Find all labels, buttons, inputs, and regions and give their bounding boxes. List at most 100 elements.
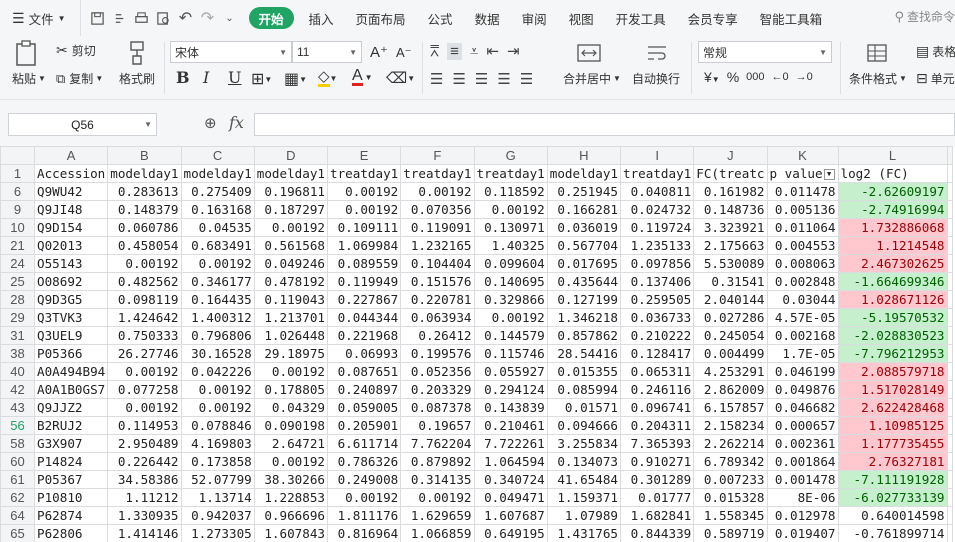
copy-button[interactable]: ⧉ 复制 ▼	[56, 70, 103, 87]
table-cell[interactable]: 0.109111	[326, 218, 402, 237]
table-cell[interactable]: 1.811176	[326, 506, 402, 525]
table-cell[interactable]: 0.205901	[326, 416, 402, 435]
font-name-select[interactable]: 宋体 ▼	[170, 41, 292, 63]
cell-style-button[interactable]: ▦ ▼	[284, 69, 307, 89]
table-cell[interactable]: 0.196811	[253, 182, 329, 201]
table-cell[interactable]: 0.879892	[400, 452, 475, 471]
table-cell[interactable]: 0.055927	[473, 362, 548, 381]
bold-button[interactable]: B	[176, 68, 190, 87]
table-cell[interactable]: 0.329866	[473, 290, 548, 309]
table-cell[interactable]: 0.01777	[619, 488, 695, 507]
table-cell[interactable]: P05366	[33, 344, 109, 363]
table-cell[interactable]: 0.012978	[766, 506, 839, 525]
table-cell[interactable]: -2.028830523	[837, 326, 948, 345]
empty-cell[interactable]	[946, 488, 953, 507]
decrease-indent-icon[interactable]: ⇤	[486, 42, 499, 60]
table-cell[interactable]: Q9JJZ2	[33, 398, 109, 417]
wrap-text-icon[interactable]	[645, 43, 669, 63]
table-cell[interactable]: 1.213701	[253, 308, 329, 327]
empty-cell[interactable]	[946, 308, 953, 327]
table-cell[interactable]: 0.046682	[766, 398, 839, 417]
table-cell[interactable]: 1.682841	[619, 506, 695, 525]
table-cell[interactable]: 8E-06	[766, 488, 839, 507]
column-header[interactable]: K	[766, 146, 839, 165]
tab-0[interactable]: 开始	[248, 7, 294, 29]
table-cell[interactable]: 0.203329	[400, 380, 475, 399]
table-cell[interactable]: 0.144579	[473, 326, 548, 345]
row-header[interactable]: 56	[0, 416, 35, 435]
table-cell[interactable]: 0.161982	[693, 182, 768, 201]
column-header[interactable]: J	[693, 146, 768, 165]
table-cell[interactable]: 0.007233	[693, 470, 768, 489]
header-cell[interactable]: modelday1	[180, 164, 255, 183]
column-header[interactable]: F	[400, 146, 475, 165]
table-cell[interactable]: -7.796212953	[837, 344, 948, 363]
table-cell[interactable]: 7.762204	[400, 434, 475, 453]
table-cell[interactable]: 52.07799	[180, 470, 255, 489]
table-cell[interactable]: 41.65484	[546, 470, 622, 489]
table-cell[interactable]: 1.026448	[253, 326, 329, 345]
table-cell[interactable]: 0.118592	[473, 182, 548, 201]
table-cell[interactable]: 1.40325	[473, 236, 548, 255]
table-cell[interactable]: 0.148379	[107, 200, 182, 219]
table-cell[interactable]: 1.235133	[619, 236, 695, 255]
table-cell[interactable]: 0.220781	[400, 290, 475, 309]
header-cell[interactable]: log2 (FC)	[837, 164, 948, 183]
table-cell[interactable]: 0.210222	[619, 326, 695, 345]
row-header[interactable]: 10	[0, 218, 35, 237]
table-cell[interactable]: 1.07989	[546, 506, 622, 525]
table-cell[interactable]: 0.01571	[546, 398, 622, 417]
table-cell[interactable]: 0.649195	[473, 524, 548, 542]
table-cell[interactable]: A0A1B0GS7	[33, 380, 109, 399]
column-header[interactable]: I	[619, 146, 695, 165]
table-cell[interactable]: 0.00192	[107, 362, 182, 381]
table-cell[interactable]: 2.76327181	[837, 452, 948, 471]
table-cell[interactable]: 1.028671126	[837, 290, 948, 309]
table-cell[interactable]: -2.62609197	[837, 182, 948, 201]
table-cell[interactable]: 2.64721	[253, 434, 329, 453]
table-cell[interactable]: 0.134073	[546, 452, 622, 471]
increase-decimal-icon[interactable]: ←0	[772, 71, 789, 83]
table-cell[interactable]: 1.431765	[546, 524, 622, 542]
worksheet-grid[interactable]: ABCDEFGHIJKL 1 Accession modelday1 modelday…	[0, 146, 955, 542]
table-cell[interactable]: -7.111191928	[837, 470, 948, 489]
header-cell[interactable]: treatday1	[473, 164, 548, 183]
header-cell[interactable]: modelday1	[546, 164, 622, 183]
table-cell[interactable]: 2.158234	[693, 416, 768, 435]
table-cell[interactable]: 0.942037	[180, 506, 255, 525]
row-header[interactable]: 60	[0, 452, 35, 471]
table-cell[interactable]: A0A494B94	[33, 362, 109, 381]
table-cell[interactable]: 1.558345	[693, 506, 768, 525]
row-header[interactable]: 21	[0, 236, 35, 255]
table-cell[interactable]: 1.629659	[400, 506, 475, 525]
table-cell[interactable]: 0.00192	[180, 398, 255, 417]
table-cell[interactable]: Q9JI48	[33, 200, 109, 219]
table-cell[interactable]: 0.03044	[766, 290, 839, 309]
table-cell[interactable]: 0.114953	[107, 416, 182, 435]
table-cell[interactable]: 0.00192	[180, 380, 255, 399]
table-cell[interactable]: 0.240897	[326, 380, 402, 399]
tab-7[interactable]: 开发工具	[605, 0, 677, 36]
table-cell[interactable]: 0.063934	[400, 308, 475, 327]
conditional-format-button[interactable]: 条件格式 ▼	[849, 70, 907, 87]
align-left-icon[interactable]: ☰	[430, 70, 443, 88]
row-header[interactable]: 9	[0, 200, 35, 219]
file-menu[interactable]: ☰ 文件 ▼	[0, 0, 66, 36]
table-cell[interactable]: 0.259505	[619, 290, 695, 309]
table-cell[interactable]: 0.314135	[400, 470, 475, 489]
table-cell[interactable]: 0.00192	[253, 218, 329, 237]
table-cell[interactable]: 5.530089	[693, 254, 768, 273]
table-cell[interactable]: 2.088579718	[837, 362, 948, 381]
table-cell[interactable]: 0.00192	[326, 182, 402, 201]
table-cell[interactable]: 0.173858	[180, 452, 255, 471]
table-cell[interactable]: 6.789342	[693, 452, 768, 471]
justify-icon[interactable]: ☰	[497, 70, 510, 88]
table-cell[interactable]: 0.844339	[619, 524, 695, 542]
table-cell[interactable]: 0.004499	[693, 344, 768, 363]
clear-format-button[interactable]: ⌫ ▼	[386, 69, 415, 87]
table-cell[interactable]: 0.246116	[619, 380, 695, 399]
table-cell[interactable]: 0.221968	[326, 326, 402, 345]
table-cell[interactable]: 1.607687	[473, 506, 548, 525]
table-cell[interactable]: 0.06993	[326, 344, 402, 363]
table-cell[interactable]: P10810	[33, 488, 109, 507]
